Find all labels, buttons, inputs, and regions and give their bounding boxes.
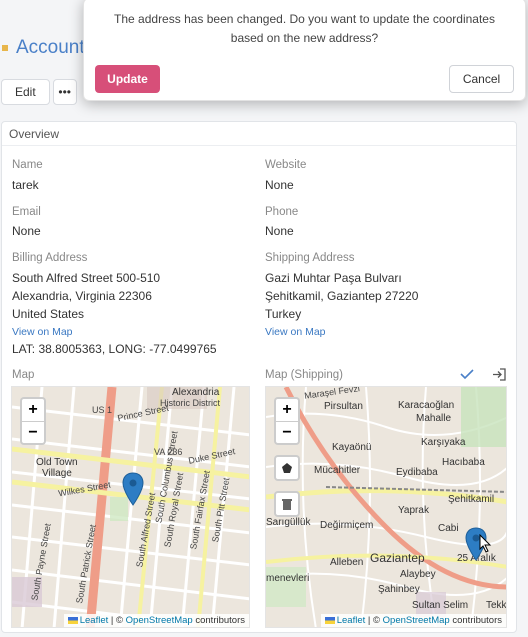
map-label-mahalle: Mahalle	[416, 413, 452, 424]
map-label-sultan-selim: Sultan Selim	[412, 600, 469, 611]
phone-label: Phone	[265, 206, 299, 218]
title-accent	[2, 45, 8, 51]
osm-link[interactable]: OpenStreetMap	[383, 615, 450, 626]
shipping-address-label: Shipping Address	[265, 252, 355, 264]
billing-map[interactable]: Alexandria Historic District US 1 Prince…	[11, 386, 250, 628]
zoom-out-button[interactable]: −	[22, 421, 44, 443]
map-label-alaybey: Alaybey	[400, 569, 436, 580]
map-label-alexandria: Alexandria	[172, 387, 220, 398]
map-label-historic-district: Historic District	[160, 398, 220, 408]
map-marker-icon[interactable]	[122, 472, 144, 506]
cancel-button[interactable]: Cancel	[449, 65, 514, 93]
delete-shape-button[interactable]	[274, 491, 300, 517]
map-label-yaprak: Yaprak	[398, 505, 429, 516]
zoom-in-button[interactable]: +	[22, 399, 44, 421]
map-label-menevleri: menevleri	[266, 573, 310, 584]
map-label-eydibaba: Eydibaba	[396, 467, 438, 478]
map-label: Map	[12, 369, 35, 381]
website-label: Website	[265, 159, 307, 171]
billing-zoom-control: + −	[20, 397, 46, 445]
map-shipping-label: Map (Shipping)	[265, 369, 343, 381]
billing-line3: United States	[12, 307, 85, 321]
zoom-out-button[interactable]: −	[276, 421, 298, 443]
polygon-icon	[282, 463, 292, 473]
sign-in-icon[interactable]	[492, 368, 506, 381]
map-label-hacibaba: Hacıbaba	[442, 457, 485, 468]
check-icon[interactable]	[460, 368, 474, 380]
attribution-separator: | ©	[367, 615, 380, 626]
map-label-kayaonu: Kayaönü	[332, 442, 372, 453]
map-label-cabi: Cabi	[438, 523, 459, 534]
billing-line1: South Alfred Street 500-510	[12, 271, 161, 285]
map-label-village: Village	[42, 468, 72, 479]
email-label: Email	[12, 206, 41, 218]
zoom-in-button[interactable]: +	[276, 399, 298, 421]
map-label-mucahitler: Mücahitler	[314, 465, 361, 476]
shipping-line2: Şehitkamil, Gaziantep 27220	[265, 289, 419, 303]
name-value: tarek	[12, 178, 39, 192]
phone-value: None	[265, 224, 294, 238]
map-label-sahinbey: Şahinbey	[378, 584, 420, 595]
dialog-message: The address has been changed. Do you wan…	[114, 12, 495, 45]
billing-line2: Alexandria, Virginia 22306	[12, 289, 152, 303]
shipping-map-actions	[460, 368, 506, 381]
map-label-alleben: Alleben	[330, 557, 364, 568]
page-title: Account	[16, 37, 85, 58]
update-coordinates-dialog: The address has been changed. Do you wan…	[83, 0, 526, 101]
map-label-karsiyaka: Karşıyaka	[421, 437, 466, 448]
osm-link[interactable]: OpenStreetMap	[126, 615, 193, 626]
shipping-line1: Gazi Muhtar Paşa Bulvarı	[265, 271, 402, 285]
map-label-sehitkamil: Şehitkamil	[448, 494, 495, 505]
more-actions-button[interactable]: •••	[52, 79, 77, 105]
map-label-sarigulluk: Sarıgüllük	[266, 517, 311, 528]
ukraine-flag-icon	[67, 616, 78, 624]
map-label-karacaoglan: Karacaoğlan	[398, 400, 455, 411]
map-label-pirsultan: Pirsultan	[324, 401, 363, 412]
mouse-cursor-icon	[479, 534, 492, 553]
toolbar: Edit •••	[1, 79, 77, 105]
trash-icon	[282, 498, 292, 510]
shipping-line3: Turkey	[265, 307, 302, 321]
shipping-map-attribution: Leaflet | © OpenStreetMap contributors	[320, 614, 506, 627]
shipping-view-on-map-link[interactable]: View on Map	[265, 326, 326, 338]
leaflet-link[interactable]: Leaflet	[337, 615, 366, 626]
page-header: Account	[0, 30, 85, 66]
overview-panel: Overview Name tarek Website None Email N…	[1, 121, 517, 633]
website-value: None	[265, 178, 294, 192]
leaflet-link[interactable]: Leaflet	[80, 615, 109, 626]
billing-view-on-map-link[interactable]: View on Map	[12, 326, 73, 338]
shipping-zoom-control: + −	[274, 397, 300, 445]
update-button[interactable]: Update	[95, 65, 160, 93]
billing-coordinates: LAT: 38.8005363, LONG: -77.0499765	[12, 342, 217, 356]
panel-title: Overview	[2, 122, 516, 146]
attribution-contributors: contributors	[452, 615, 502, 626]
shipping-map[interactable]: Maraşel Fevzi Pirsultan Karacaoğlan Maha…	[265, 386, 507, 628]
map-label-gaziantep: Gaziantep	[370, 551, 425, 565]
billing-map-attribution: Leaflet | © OpenStreetMap contributors	[63, 614, 249, 627]
attribution-separator: | ©	[110, 615, 123, 626]
map-label-tekke: Tekke	[486, 600, 507, 611]
map-label-us1: US 1	[92, 405, 113, 415]
ukraine-flag-icon	[324, 616, 335, 624]
attribution-contributors: contributors	[195, 615, 245, 626]
map-label-old-town: Old Town	[36, 457, 78, 468]
email-value: None	[12, 224, 41, 238]
draw-polygon-button[interactable]	[274, 455, 300, 481]
billing-address-label: Billing Address	[12, 252, 88, 264]
name-label: Name	[12, 159, 43, 171]
billing-map-tiles	[12, 387, 249, 627]
map-label-degirmicem: Değirmiçem	[320, 520, 374, 531]
edit-button[interactable]: Edit	[1, 79, 50, 105]
